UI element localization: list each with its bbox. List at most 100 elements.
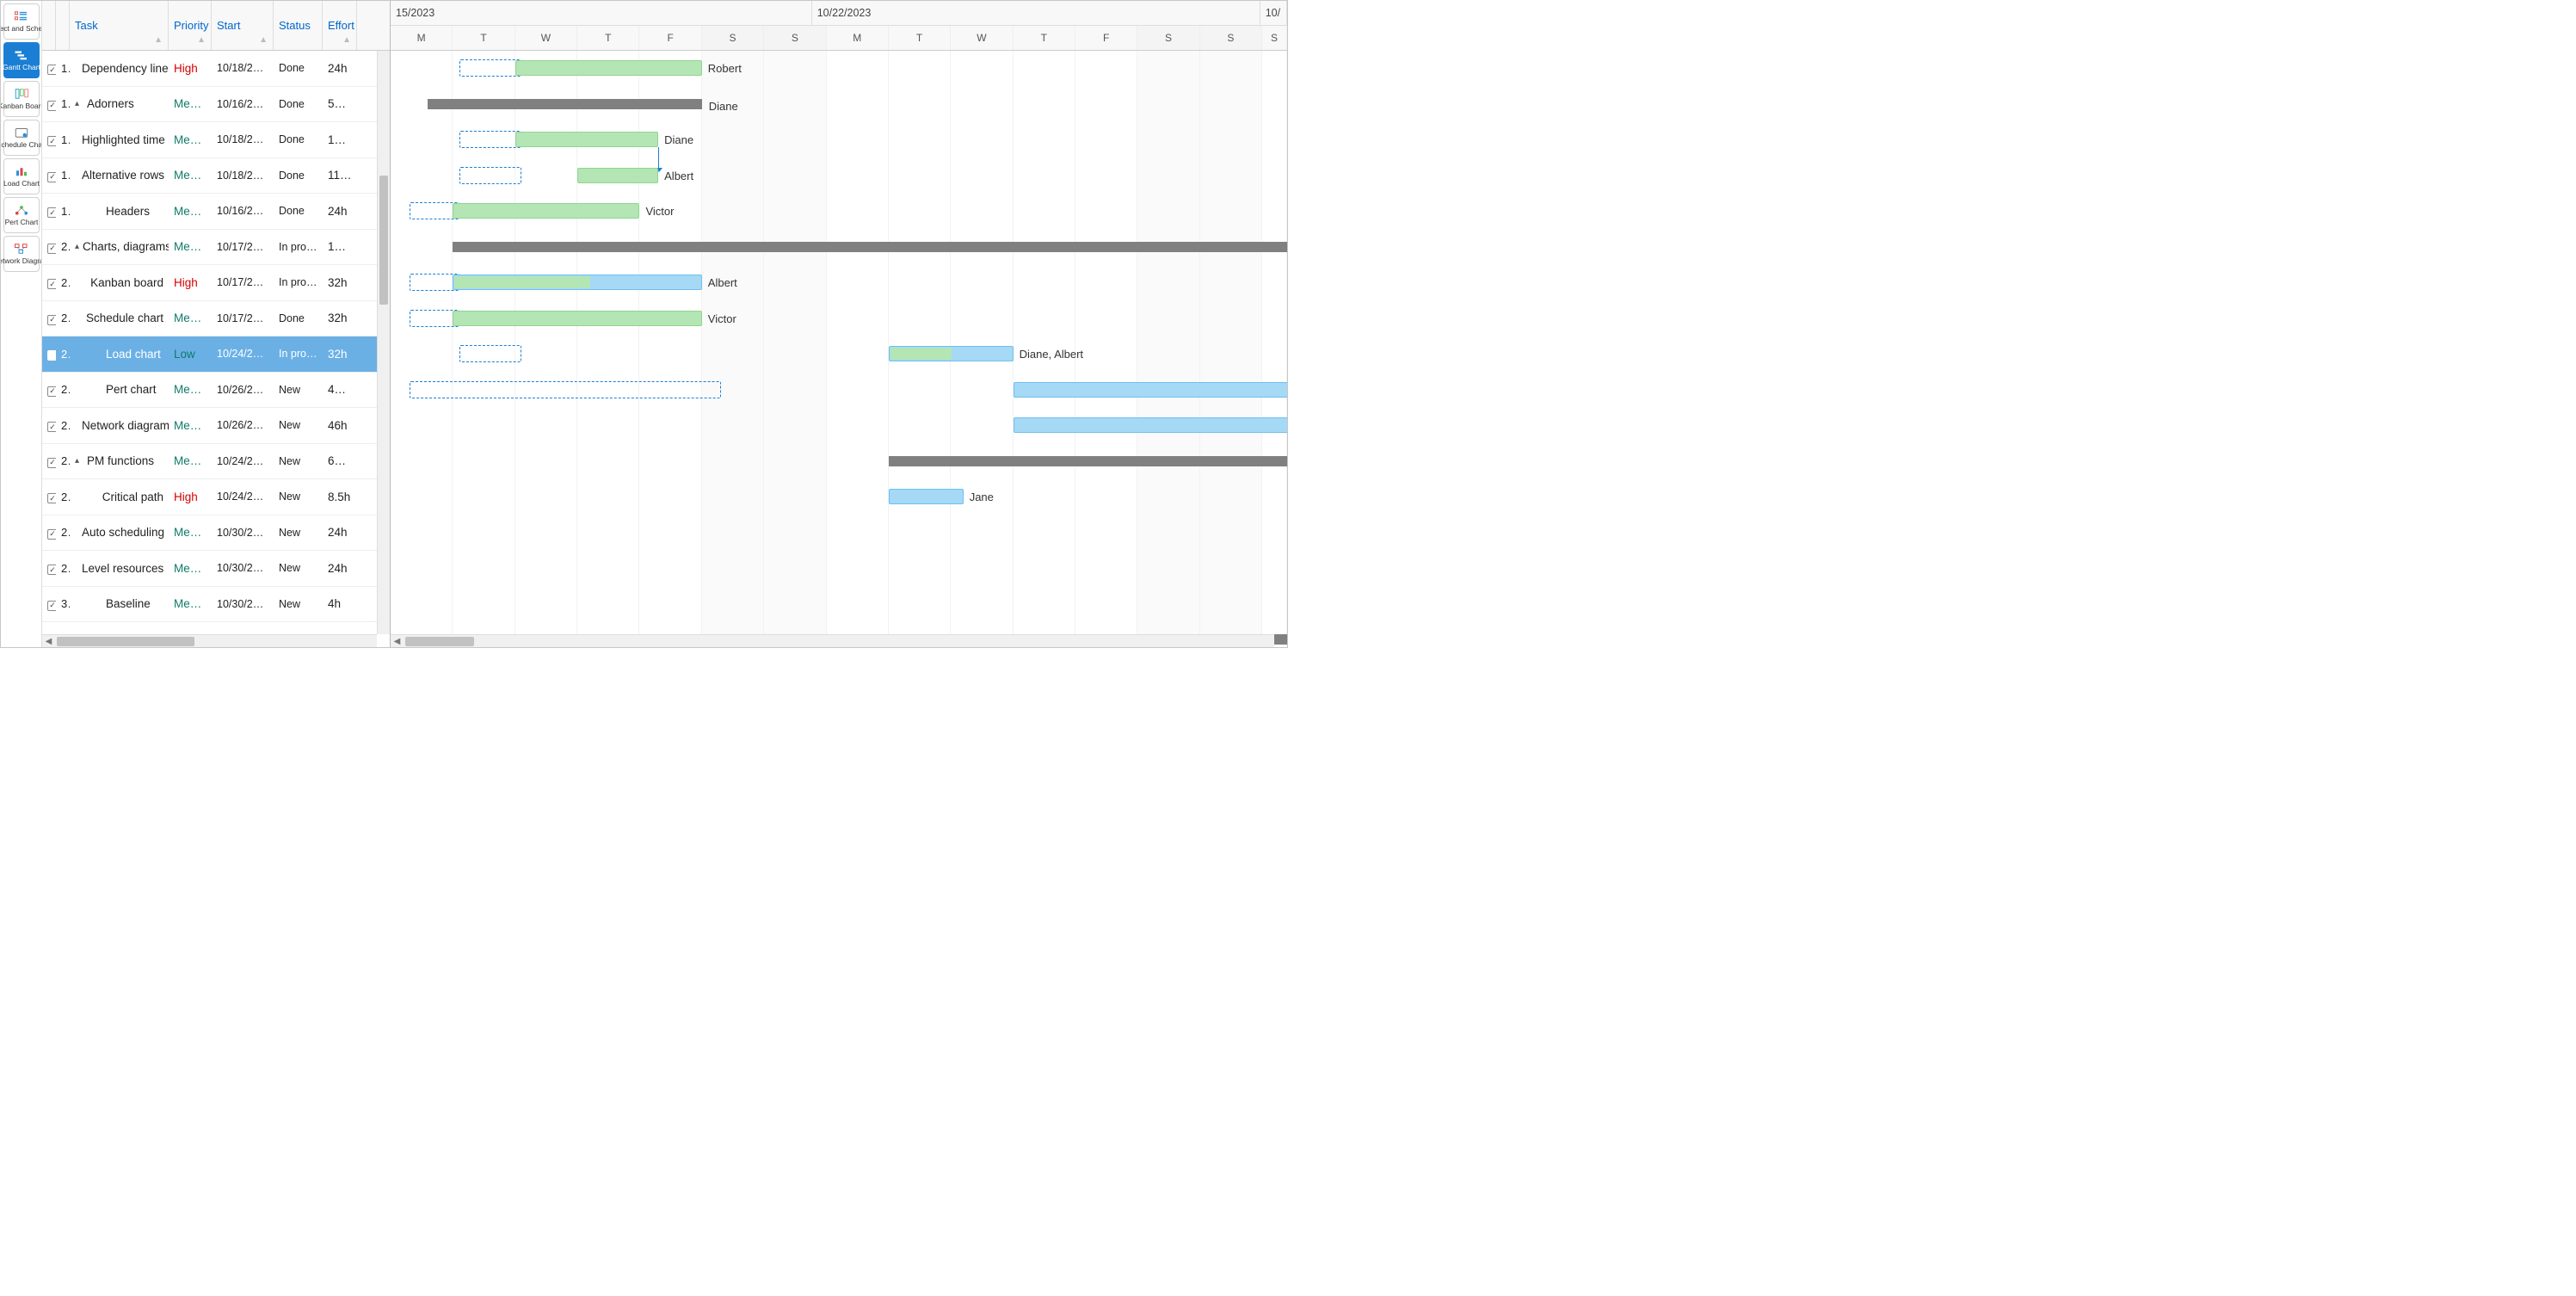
cell-status[interactable]: New [274, 455, 323, 467]
cell-start[interactable]: 10/26/2023 8:00 A [212, 384, 274, 396]
summary-bar[interactable] [889, 456, 1287, 466]
cell-priority[interactable]: Medium [169, 419, 212, 432]
table-row[interactable]: 17 Highlighted time Medium 10/18/2023 8:… [42, 122, 390, 158]
day-header[interactable]: S [1262, 26, 1287, 50]
chart-hscrollbar[interactable]: ◀ [391, 634, 1274, 647]
cell-priority[interactable]: Medium [169, 169, 212, 182]
cell-start[interactable]: 10/24/2023 8:00 A [212, 348, 274, 360]
task-bar[interactable]: Victor [453, 203, 639, 219]
cell-priority[interactable]: Medium [169, 312, 212, 324]
cell-status[interactable]: In progress [274, 241, 323, 253]
expander-icon[interactable]: ▴ [75, 99, 83, 108]
checkbox[interactable] [47, 101, 56, 111]
baseline-bar[interactable] [410, 381, 721, 398]
chart-row[interactable] [391, 551, 1287, 587]
checkbox[interactable] [47, 207, 56, 218]
cell-effort[interactable]: 24h [323, 205, 357, 218]
cell-start[interactable]: 10/24/2023 8:00 A [212, 455, 274, 467]
table-row[interactable]: 23 Load chart Low 10/24/2023 8:00 A In p… [42, 336, 390, 373]
day-header[interactable]: S [1137, 26, 1199, 50]
cell-task[interactable]: Kanban board [70, 276, 169, 289]
cell-status[interactable]: New [274, 527, 323, 539]
table-row[interactable]: 24 Pert chart Medium 10/26/2023 8:00 A N… [42, 373, 390, 409]
checkbox[interactable] [47, 386, 56, 397]
week-label[interactable]: 10/22/2023 [812, 1, 1260, 25]
cell-effort[interactable]: 32h [323, 312, 357, 324]
checkbox[interactable] [47, 244, 56, 254]
nav-gantt-chart[interactable]: Gantt Chart [3, 42, 40, 78]
cell-start[interactable]: 10/30/2023 2:59 P [212, 598, 274, 610]
day-header[interactable]: T [453, 26, 515, 50]
cell-start[interactable]: 10/18/2023 8:00 A [212, 62, 274, 74]
task-bar[interactable]: Jane [889, 489, 964, 504]
cell-start[interactable]: 10/26/2023 8:00 A [212, 419, 274, 431]
grid-hscroll-thumb[interactable] [57, 637, 194, 646]
cell-effort[interactable]: 46h [323, 419, 357, 432]
grid-header-effort[interactable]: Effort▲ [323, 1, 357, 50]
summary-bar[interactable]: Diane [428, 99, 701, 109]
cell-start[interactable]: 10/30/2023 3:15 P [212, 527, 274, 539]
cell-priority[interactable]: High [169, 491, 212, 503]
cell-effort[interactable]: 46.5h [323, 383, 357, 396]
cell-effort[interactable]: 24h [323, 562, 357, 575]
table-row[interactable]: 16 ▴Adorners Medium 10/16/2023 2:00 P Do… [42, 87, 390, 123]
cell-status[interactable]: New [274, 419, 323, 431]
grid-header-num[interactable] [56, 1, 70, 50]
cell-task[interactable]: Pert chart [70, 383, 169, 396]
cell-priority[interactable]: Medium [169, 240, 212, 253]
checkbox[interactable] [47, 315, 56, 325]
cell-start[interactable]: 10/16/2023 2:00 P [212, 98, 274, 110]
cell-start[interactable]: 10/17/2023 8:00 A [212, 241, 274, 253]
task-bar[interactable]: Albert [577, 168, 658, 183]
day-header[interactable]: T [577, 26, 639, 50]
day-header[interactable]: T [1014, 26, 1075, 50]
chart-row[interactable] [391, 408, 1287, 444]
cell-status[interactable]: In progress [274, 276, 323, 288]
day-header[interactable]: S [764, 26, 826, 50]
task-bar[interactable]: Diane [515, 132, 658, 147]
chart-row[interactable] [391, 444, 1287, 480]
baseline-bar[interactable] [459, 345, 521, 362]
chart-hscroll-thumb[interactable] [405, 637, 474, 646]
table-row[interactable]: 30 Baseline Medium 10/30/2023 2:59 P New… [42, 587, 390, 623]
table-row[interactable]: 19 Headers Medium 10/16/2023 2:00 P Done… [42, 194, 390, 230]
cell-start[interactable]: 10/17/2023 8:00 A [212, 276, 274, 288]
table-row[interactable]: 26 ▴PM functions Medium 10/24/2023 8:00 … [42, 444, 390, 480]
cell-effort[interactable]: 188.5h [323, 240, 357, 253]
task-bar[interactable] [1014, 417, 1287, 433]
day-header[interactable]: T [889, 26, 951, 50]
checkbox[interactable] [47, 565, 56, 575]
table-row[interactable]: 27 Critical path High 10/24/2023 8:00 A … [42, 479, 390, 515]
scroll-left-icon[interactable]: ◀ [42, 637, 55, 646]
cell-start[interactable]: 10/18/2023 8:00 A [212, 133, 274, 145]
nav-pert-chart[interactable]: Pert Chart [3, 197, 40, 233]
cell-priority[interactable]: Medium [169, 383, 212, 396]
cell-priority[interactable]: Low [169, 348, 212, 361]
baseline-bar[interactable] [410, 202, 459, 219]
day-header[interactable]: S [702, 26, 764, 50]
checkbox[interactable] [47, 65, 56, 75]
chart-row[interactable]: Robert [391, 51, 1287, 87]
chart-row[interactable] [391, 587, 1287, 623]
cell-priority[interactable]: High [169, 276, 212, 289]
checkbox[interactable] [47, 458, 56, 468]
cell-start[interactable]: 10/17/2023 8:00 A [212, 312, 274, 324]
checkbox[interactable] [47, 279, 56, 289]
task-bar[interactable]: Albert [453, 275, 701, 290]
chart-row[interactable]: Diane, Albert [391, 336, 1287, 373]
cell-effort[interactable]: 53.25h [323, 97, 357, 110]
cell-task[interactable]: ▴Adorners [70, 97, 169, 110]
cell-status[interactable]: New [274, 598, 323, 610]
table-row[interactable]: 20 ▴Charts, diagrams Medium 10/17/2023 8… [42, 230, 390, 266]
week-label[interactable]: 10/ [1260, 1, 1287, 25]
checkbox[interactable] [47, 136, 56, 146]
chart-row[interactable]: Diane [391, 87, 1287, 123]
checkbox[interactable] [47, 529, 56, 540]
grid-vscrollbar[interactable] [377, 51, 390, 634]
cell-start[interactable]: 10/18/2023 1:45 P [212, 170, 274, 182]
cell-status[interactable]: Done [274, 312, 323, 324]
task-bar[interactable] [1014, 382, 1287, 398]
day-header[interactable]: W [951, 26, 1013, 50]
table-row[interactable]: 22 Schedule chart Medium 10/17/2023 8:00… [42, 301, 390, 337]
baseline-bar[interactable] [410, 310, 459, 327]
